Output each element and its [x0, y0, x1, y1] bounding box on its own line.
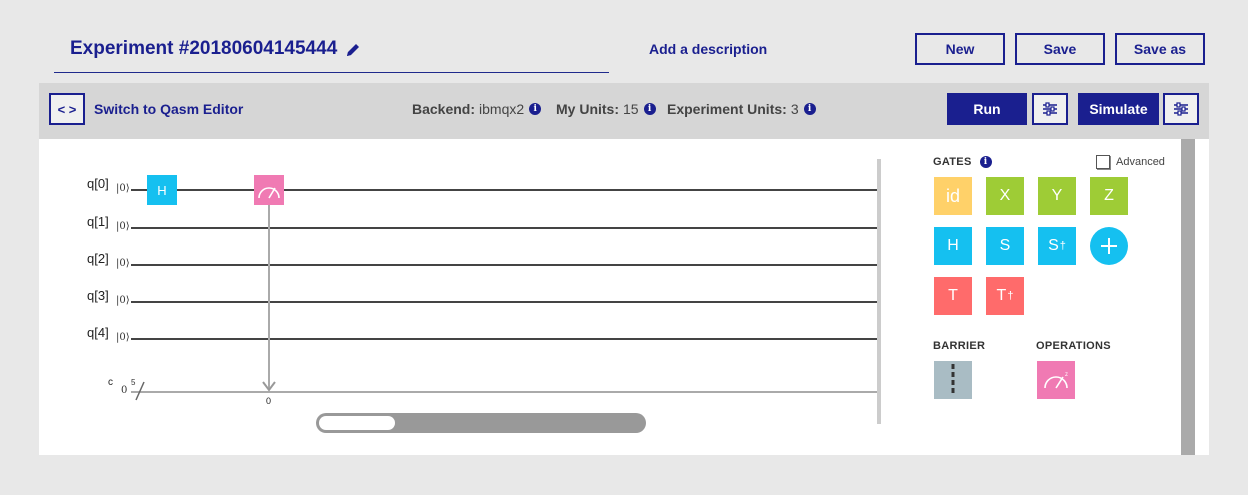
dagger-mark: †	[1059, 240, 1066, 252]
backend-label: Backend:	[412, 101, 476, 117]
backend-value: ibmqx2	[479, 101, 525, 117]
new-button[interactable]: New	[915, 33, 1005, 65]
qubit-initial-state: |0⟩	[116, 183, 130, 194]
qubit-label: q[4]	[87, 325, 109, 340]
circuit-canvas[interactable]: q[0] q[1] q[2] q[3] q[4] |0⟩ |0⟩ |0⟩ |0⟩…	[39, 139, 889, 455]
switch-qasm-link[interactable]: Switch to Qasm Editor	[94, 101, 243, 117]
info-icon[interactable]: i	[643, 103, 656, 115]
measure-icon: z	[1044, 372, 1068, 389]
qubit-initial-state: |0⟩	[116, 221, 130, 232]
info-icon[interactable]: i	[529, 103, 542, 115]
operations-title: OPERATIONS	[1036, 340, 1111, 352]
barrier-icon	[951, 364, 955, 396]
experiment-units-value: 3	[790, 101, 799, 117]
plus-icon	[1101, 238, 1117, 254]
add-custom-gate-button[interactable]	[1090, 227, 1128, 265]
units-label: My Units:	[556, 101, 619, 117]
horizontal-scrollbar[interactable]	[316, 413, 646, 433]
gate-tdg-label: T	[996, 287, 1007, 304]
gate-z[interactable]: Z	[1090, 177, 1128, 215]
qubit-label: q[2]	[87, 251, 109, 266]
title-area: Experiment #20180604145444	[54, 30, 609, 73]
experiment-units-info: Experiment Units: 3 i	[667, 101, 816, 117]
qubit-label: q[1]	[87, 214, 109, 229]
gates-title: GATES i	[933, 156, 992, 168]
add-description-link[interactable]: Add a description	[649, 41, 767, 57]
settings-sliders-icon	[1174, 102, 1188, 116]
gates-title-text: GATES	[933, 156, 972, 168]
advanced-toggle[interactable]: Advanced	[1096, 155, 1165, 169]
measure-target-label: 0	[266, 396, 271, 406]
units-value: 15	[623, 101, 639, 117]
gate-sdg[interactable]: S †	[1038, 227, 1076, 265]
gate-h[interactable]: H	[934, 227, 972, 265]
barrier-gate[interactable]	[934, 361, 972, 399]
run-settings-button[interactable]	[1032, 93, 1068, 125]
placed-measure-gate[interactable]	[254, 175, 284, 205]
dagger-mark: †	[1007, 290, 1014, 302]
gate-x[interactable]: X	[986, 177, 1024, 215]
advanced-checkbox[interactable]	[1096, 155, 1110, 169]
placed-h-gate-label: H	[157, 183, 166, 198]
run-button[interactable]: Run	[947, 93, 1027, 125]
svg-text:z: z	[1065, 372, 1068, 378]
qubit-initial-state: |0⟩	[116, 332, 130, 343]
gate-tdg[interactable]: T †	[986, 277, 1024, 315]
simulate-button[interactable]: Simulate	[1078, 93, 1159, 125]
info-icon[interactable]: i	[979, 156, 992, 168]
backend-info: Backend: ibmqx2 i	[412, 101, 542, 117]
qubit-label: q[3]	[87, 288, 109, 303]
settings-sliders-icon	[1043, 102, 1057, 116]
save-button[interactable]: Save	[1015, 33, 1105, 65]
circuit-toolbar: < > Switch to Qasm Editor Backend: ibmqx…	[39, 83, 1209, 139]
save-as-button[interactable]: Save as	[1115, 33, 1205, 65]
gate-s[interactable]: S	[986, 227, 1024, 265]
qubit-initial-state: |0⟩	[116, 295, 130, 306]
simulate-settings-button[interactable]	[1163, 93, 1199, 125]
experiment-units-label: Experiment Units:	[667, 101, 787, 117]
info-icon[interactable]: i	[803, 103, 816, 115]
gate-id[interactable]: id	[934, 177, 972, 215]
scrollbar-thumb[interactable]	[319, 416, 395, 430]
vertical-scrollbar[interactable]	[1181, 139, 1195, 455]
experiment-title[interactable]: Experiment #20180604145444	[70, 38, 337, 60]
measure-gate[interactable]: z	[1037, 361, 1075, 399]
gate-sdg-label: S	[1048, 237, 1059, 254]
pencil-icon[interactable]	[344, 41, 362, 59]
classical-initial-value: 0	[121, 385, 127, 396]
code-icon[interactable]: < >	[49, 93, 85, 125]
classical-register-label: c	[108, 377, 113, 388]
gate-y[interactable]: Y	[1038, 177, 1076, 215]
qubit-label: q[0]	[87, 176, 109, 191]
qubit-initial-state: |0⟩	[116, 258, 130, 269]
units-info: My Units: 15 i	[556, 101, 656, 117]
advanced-label: Advanced	[1116, 156, 1165, 168]
gate-t[interactable]: T	[934, 277, 972, 315]
classical-width: 5	[131, 378, 136, 387]
barrier-title: BARRIER	[933, 340, 986, 352]
